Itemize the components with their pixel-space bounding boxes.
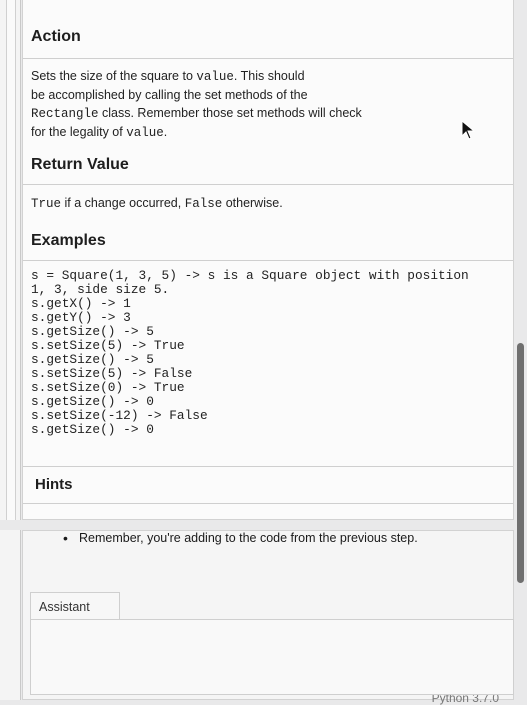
action-text: .: [163, 125, 168, 139]
left-gutter: [0, 0, 21, 520]
inline-code: True: [31, 197, 62, 211]
assistant-tab[interactable]: Assistant: [30, 592, 120, 620]
divider: [23, 184, 513, 185]
hints-list: Remember, you're adding to the code from…: [51, 530, 418, 546]
examples-code-container: s = Square(1, 3, 5) -> s is a Square obj…: [31, 269, 503, 437]
divider: [23, 58, 513, 59]
assistant-input-area[interactable]: [30, 619, 514, 695]
examples-section: Examples: [31, 232, 503, 250]
action-section: Action: [31, 28, 503, 46]
action-description: Sets the size of the square to value. Th…: [31, 67, 503, 142]
examples-heading: Examples: [31, 232, 106, 249]
inline-code: value: [196, 70, 234, 84]
return-text: if a change occurred,: [61, 196, 185, 210]
return-value-section: Return Value: [31, 156, 503, 174]
return-value-text: True if a change occurred, False otherwi…: [31, 194, 503, 213]
scrollbar[interactable]: [516, 0, 526, 700]
divider: [23, 503, 513, 504]
inline-code: False: [184, 197, 223, 211]
divider: [23, 466, 513, 467]
return-text: otherwise.: [222, 196, 283, 210]
mouse-pointer-icon: [461, 120, 476, 140]
action-heading: Action: [31, 28, 81, 45]
divider: [23, 260, 513, 261]
gutter-bar: [6, 0, 16, 520]
scrollbar-thumb[interactable]: [517, 343, 524, 583]
examples-code: s = Square(1, 3, 5) -> s is a Square obj…: [31, 268, 469, 437]
inline-code: Rectangle: [31, 107, 99, 121]
action-text: be accomplished by calling the set metho…: [31, 88, 308, 102]
list-item: Remember, you're adding to the code from…: [63, 530, 418, 546]
action-text: Sets the size of the square to: [31, 69, 197, 83]
action-text: . This should: [233, 69, 305, 83]
action-text: for the legality of: [31, 125, 127, 139]
hints-section: Hints: [35, 476, 503, 493]
action-text: class. Remember those set methods will c…: [98, 106, 362, 120]
inline-code: value: [126, 126, 164, 140]
left-gutter-lower: [0, 530, 21, 700]
return-value-heading: Return Value: [31, 156, 129, 173]
instructions-panel: Action Sets the size of the square to va…: [22, 0, 514, 520]
hints-heading: Hints: [35, 476, 73, 493]
